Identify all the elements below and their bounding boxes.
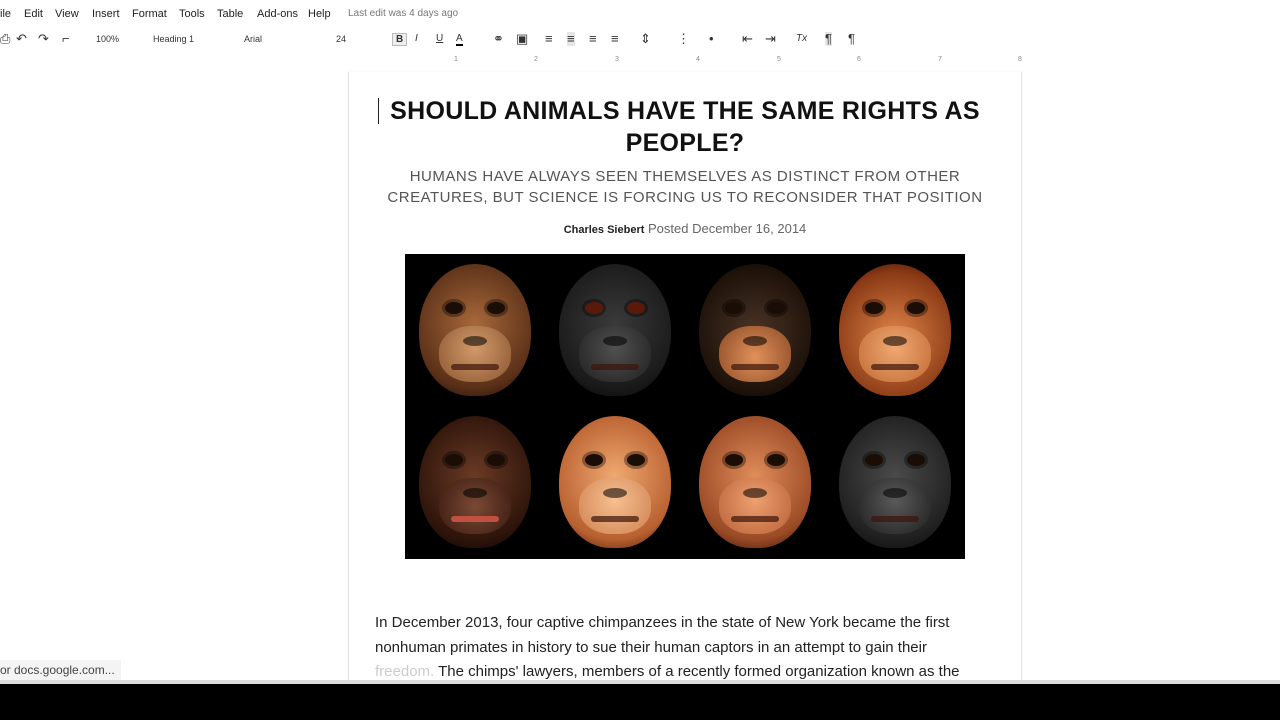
primate-face — [825, 406, 965, 558]
menu-tools[interactable]: Tools — [179, 8, 205, 20]
body-line-3-text: The chimps' lawyers, members of a recent… — [434, 663, 960, 680]
decrease-indent-icon[interactable]: ⇤ — [742, 32, 753, 46]
zoom-select[interactable]: 100% — [96, 34, 119, 44]
underline-button[interactable]: U — [436, 33, 443, 44]
ruler-mark: 4 — [696, 56, 700, 63]
toolbar: ⎙ ↶ ↷ ⌐ 100% Heading 1 Arial 24 B I U A … — [0, 27, 1280, 53]
link-icon[interactable]: ⚭ — [493, 32, 504, 46]
ruler-mark: 3 — [615, 56, 619, 63]
line-spacing-icon[interactable]: ⇕ — [640, 32, 651, 46]
menu-bar: ile Edit View Insert Format Tools Table … — [0, 0, 1280, 26]
clear-formatting-icon[interactable]: Tx — [796, 33, 807, 44]
primate-face — [545, 406, 685, 558]
subtitle-line-1: HUMANS HAVE ALWAYS SEEN THEMSELVES AS DI… — [409, 168, 961, 185]
paint-format-icon[interactable]: ⌐ — [62, 32, 70, 46]
italic-button[interactable]: I — [415, 33, 418, 44]
primate-face — [405, 254, 545, 406]
ltr-paragraph-icon[interactable]: ¶ — [825, 32, 832, 46]
body-line-2: nonhuman primates in history to sue thei… — [375, 638, 927, 656]
video-letterbox-bar — [0, 684, 1280, 720]
align-left-icon[interactable]: ≡ — [545, 32, 553, 46]
numbered-list-icon[interactable]: ⋮ — [677, 32, 690, 46]
body-line-1: In December 2013, four captive chimpanze… — [375, 614, 950, 631]
ruler-mark: 2 — [534, 56, 538, 63]
menu-addons[interactable]: Add-ons — [257, 8, 298, 20]
ruler-mark: 1 — [454, 56, 458, 63]
subtitle-line-2: CREATURES, BUT SCIENCE IS FORCING US TO … — [387, 189, 983, 206]
align-right-icon[interactable]: ≡ — [589, 32, 597, 46]
undo-icon[interactable]: ↶ — [16, 32, 27, 46]
primate-face — [825, 254, 965, 406]
comment-icon[interactable]: ▣ — [516, 32, 528, 46]
bulleted-list-icon[interactable]: • — [709, 32, 714, 46]
menu-table[interactable]: Table — [217, 8, 243, 20]
ruler-mark: 7 — [938, 56, 942, 63]
menu-insert[interactable]: Insert — [92, 8, 120, 20]
ruler[interactable]: 1 2 3 4 5 6 7 8 — [348, 56, 1022, 70]
article-title[interactable]: SHOULD ANIMALS HAVE THE SAME RIGHTS AS P… — [370, 95, 1000, 159]
primate-faces-image[interactable] — [405, 254, 965, 559]
text-cursor — [378, 98, 379, 124]
style-select[interactable]: Heading 1 — [153, 34, 194, 44]
font-size-select[interactable]: 24 — [336, 34, 346, 44]
print-icon[interactable]: ⎙ — [0, 32, 10, 46]
redo-icon[interactable]: ↷ — [38, 32, 49, 46]
menu-help[interactable]: Help — [308, 8, 331, 20]
body-faded-word: freedom. — [375, 663, 435, 680]
primate-face — [685, 406, 825, 558]
increase-indent-icon[interactable]: ⇥ — [765, 32, 776, 46]
byline[interactable]: Charles Siebert Posted December 16, 2014 — [370, 221, 1000, 236]
text-color-button[interactable]: A — [456, 33, 463, 46]
ruler-mark: 6 — [857, 56, 861, 63]
menu-view[interactable]: View — [55, 8, 79, 20]
article-body[interactable]: In December 2013, four captive chimpanze… — [375, 611, 995, 685]
menu-file[interactable]: ile — [0, 8, 11, 20]
author-name: Charles Siebert — [563, 224, 645, 236]
align-center-icon[interactable]: ≡ — [567, 32, 575, 46]
rtl-paragraph-icon[interactable]: ¶ — [848, 32, 855, 46]
bold-button[interactable]: B — [392, 33, 408, 46]
primate-face — [545, 254, 685, 406]
title-line-1: SHOULD ANIMALS HAVE THE SAME RIGHTS AS — [390, 97, 980, 125]
ruler-mark: 5 — [777, 56, 781, 63]
title-line-2: PEOPLE? — [625, 129, 745, 157]
browser-status-bar: or docs.google.com... — [0, 660, 121, 680]
article-subtitle[interactable]: HUMANS HAVE ALWAYS SEEN THEMSELVES AS DI… — [372, 166, 998, 208]
ruler-mark: 8 — [1018, 56, 1022, 63]
align-justify-icon[interactable]: ≡ — [611, 32, 619, 46]
primate-face — [685, 254, 825, 406]
last-edit-status[interactable]: Last edit was 4 days ago — [348, 8, 458, 19]
posted-date: Posted December 16, 2014 — [648, 221, 807, 236]
font-select[interactable]: Arial — [244, 34, 262, 44]
menu-format[interactable]: Format — [132, 8, 167, 20]
menu-edit[interactable]: Edit — [24, 8, 43, 20]
primate-face — [405, 406, 545, 558]
